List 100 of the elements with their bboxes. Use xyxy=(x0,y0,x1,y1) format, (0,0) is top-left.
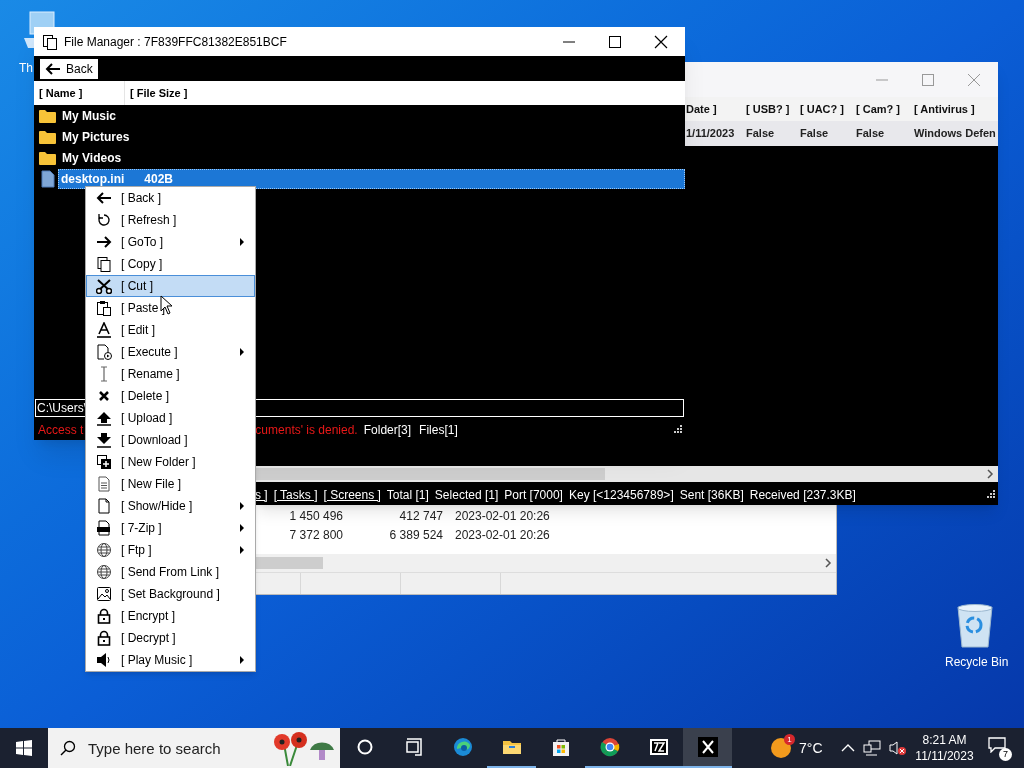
cursor-icon xyxy=(160,295,173,315)
status-text: Total [1] xyxy=(386,486,429,504)
scrollbar-thumb[interactable] xyxy=(256,557,323,569)
column-header[interactable]: [ Name ] xyxy=(34,81,125,105)
search-icon xyxy=(60,740,76,756)
scissors-icon xyxy=(96,278,112,294)
upload-icon xyxy=(96,410,112,426)
table-cell-text: 1 450 496 xyxy=(289,507,343,525)
message-icon xyxy=(988,737,1006,753)
status-link[interactable]: s ] xyxy=(255,485,268,504)
file-size: 402B xyxy=(144,170,174,188)
document-icon xyxy=(96,476,112,492)
folder-plus-icon xyxy=(96,454,112,470)
volume-muted-icon[interactable] xyxy=(888,740,907,756)
resize-grip-icon[interactable] xyxy=(672,425,682,435)
arrow-left-icon xyxy=(45,62,61,75)
folder-icon xyxy=(39,150,56,165)
temperature-text: 7°C xyxy=(799,738,823,758)
table-cell-text: 412 747 xyxy=(399,507,443,525)
badge: 1 xyxy=(784,734,795,745)
chevron-right-icon[interactable] xyxy=(824,558,832,568)
desktop-icon-label[interactable]: Recycle Bin xyxy=(945,653,1009,671)
archive-app-icon xyxy=(648,737,669,757)
back-button[interactable]: Back xyxy=(40,58,98,79)
menu-item[interactable]: [ Copy ] xyxy=(86,253,255,275)
arrow-left-icon xyxy=(96,190,112,206)
x-app-icon xyxy=(697,737,718,757)
menu-item[interactable]: [ 7-Zip ] xyxy=(86,517,255,539)
file-icon xyxy=(39,169,56,188)
table-cell-text: 2023-02-01 20:26 xyxy=(455,526,550,544)
scrollbar[interactable] xyxy=(255,466,998,482)
search-field[interactable]: Type here to search xyxy=(48,728,340,768)
table-cell-text: 7 372 800 xyxy=(289,526,343,544)
menu-item[interactable]: [ Send From Link ] xyxy=(86,561,255,583)
download-icon xyxy=(96,432,112,448)
menu-item[interactable]: [ Decrypt ] xyxy=(86,627,255,649)
copy-icon xyxy=(96,256,112,272)
error-text: Access t xyxy=(37,422,84,439)
table-cell-text: 6 389 524 xyxy=(389,526,443,544)
menu-item[interactable]: [ Cut ] xyxy=(86,275,255,297)
column-header[interactable]: [ USB? ] xyxy=(746,100,800,118)
table-cell-text: 1/11/2023 xyxy=(686,126,736,142)
status-text: Received [237.3KB] xyxy=(749,486,856,504)
chevron-up-icon[interactable] xyxy=(840,743,855,753)
error-text: cuments' is denied. xyxy=(255,422,358,439)
file-row[interactable]: My Videos xyxy=(60,147,685,168)
menu-item[interactable]: [ GoTo ] xyxy=(86,231,255,253)
clock-date[interactable]: 11/11/2023 xyxy=(915,748,974,764)
speaker-icon xyxy=(96,652,112,668)
column-header[interactable]: [ UAC? ] xyxy=(800,100,856,118)
weather-widget[interactable]: 1 7°C xyxy=(771,737,823,759)
lock-icon xyxy=(96,630,112,646)
table-cell-text: Windows Defen xyxy=(914,126,994,142)
chevron-right-icon[interactable] xyxy=(986,469,994,479)
status-link[interactable]: [ Tasks ] xyxy=(273,485,318,504)
chrome-icon xyxy=(599,737,620,757)
network-icon[interactable] xyxy=(862,740,881,756)
column-header[interactable]: [ Cam? ] xyxy=(856,100,914,118)
menu-item[interactable]: [ Set Background ] xyxy=(86,583,255,605)
taskbar-app-button[interactable] xyxy=(683,728,732,768)
badge: 7 xyxy=(999,748,1012,761)
menu-item[interactable]: [ Encrypt ] xyxy=(86,605,255,627)
menu-item[interactable]: [ Execute ] xyxy=(86,341,255,363)
menu-item[interactable]: [ New Folder ] xyxy=(86,451,255,473)
maximize-icon[interactable] xyxy=(607,33,623,50)
status-link[interactable]: [ Screens ] xyxy=(323,485,381,504)
column-header[interactable]: [ File Size ] xyxy=(125,84,188,102)
scrollbar-thumb[interactable] xyxy=(255,468,605,480)
menu-item[interactable]: [ Show/Hide ] xyxy=(86,495,255,517)
notifications-button[interactable]: 7 xyxy=(988,737,1010,759)
menu-item[interactable]: [ Refresh ] xyxy=(86,209,255,231)
clock-time[interactable]: 8:21 AM xyxy=(922,732,967,748)
file-row[interactable]: My Pictures xyxy=(60,126,685,147)
column-header[interactable]: [ Antivirus ] xyxy=(914,100,994,118)
edge-icon xyxy=(452,737,473,757)
resize-grip-icon[interactable] xyxy=(985,489,995,500)
table-cell-text: 2023-02-01 20:26 xyxy=(455,507,550,525)
globe-icon xyxy=(96,542,112,558)
refresh-icon xyxy=(96,212,112,228)
window-title: File Manager : 7F839FFC81382E851BCF xyxy=(64,33,287,51)
status-text: Sent [36KB] xyxy=(679,486,744,504)
menu-item[interactable]: [ New File ] xyxy=(86,473,255,495)
clipboard-icon xyxy=(96,300,112,316)
menu-item[interactable]: [ Back ] xyxy=(86,187,255,209)
column-header[interactable]: Date ] xyxy=(686,100,746,118)
letter-a-icon xyxy=(96,322,112,338)
status-text: Selected [1] xyxy=(434,486,499,504)
close-icon[interactable] xyxy=(653,33,669,50)
desktop-icon-label[interactable]: Th xyxy=(19,59,33,77)
menu-item[interactable]: [ Play Music ] xyxy=(86,649,255,671)
menu-item[interactable]: [ Ftp ] xyxy=(86,539,255,561)
file-row[interactable]: My Music xyxy=(60,105,685,126)
lock-icon xyxy=(96,608,112,624)
menu-item[interactable]: [ Rename ] xyxy=(86,363,255,385)
menu-item[interactable]: [ Edit ] xyxy=(86,319,255,341)
image-icon xyxy=(96,586,112,602)
file-row[interactable]: desktop.ini 402B xyxy=(58,168,685,189)
menu-item[interactable]: [ Download ] xyxy=(86,429,255,451)
shopping-bag-icon xyxy=(550,737,571,757)
file-name: desktop.ini xyxy=(61,170,125,188)
